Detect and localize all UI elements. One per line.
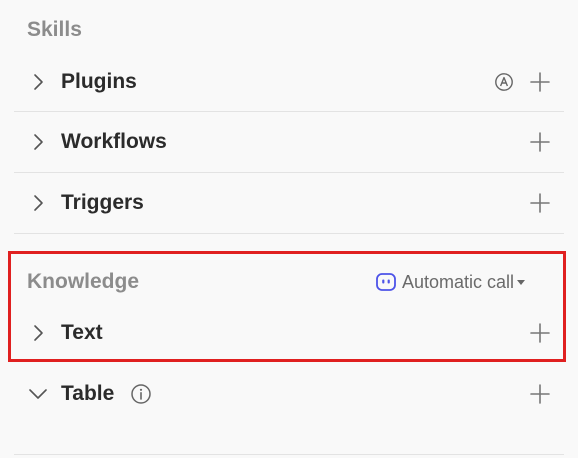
add-text-button[interactable]	[529, 322, 551, 344]
knowledge-item-table[interactable]: Table	[14, 364, 564, 424]
skills-item-label: Triggers	[61, 191, 144, 214]
knowledge-item-text[interactable]: Text	[14, 303, 564, 363]
chevron-right-icon	[34, 325, 43, 341]
divider	[14, 454, 564, 455]
knowledge-item-label: Text	[61, 321, 103, 344]
add-trigger-button[interactable]	[529, 192, 551, 214]
bot-icon	[376, 273, 396, 291]
knowledge-item-label: Table	[61, 382, 115, 405]
skills-item-workflows[interactable]: Workflows	[14, 112, 564, 172]
add-plugin-button[interactable]	[529, 71, 551, 93]
add-workflow-button[interactable]	[529, 131, 551, 153]
add-table-button[interactable]	[529, 383, 551, 405]
skills-item-label: Workflows	[61, 130, 167, 153]
chevron-down-icon	[29, 389, 47, 399]
info-icon[interactable]	[130, 383, 152, 405]
skills-item-plugins[interactable]: Plugins	[14, 52, 564, 112]
skills-item-triggers[interactable]: Triggers	[14, 173, 564, 233]
call-mode-label: Automatic call	[402, 271, 515, 292]
chevron-right-icon	[34, 134, 43, 150]
call-mode-dropdown[interactable]: Automatic call	[375, 270, 526, 294]
skills-section-title: Skills	[27, 18, 82, 41]
agent-config-panel: Skills Plugins Workflows Triggers Knowle…	[0, 0, 578, 458]
skills-item-label: Plugins	[61, 70, 137, 93]
caret-down-icon	[517, 280, 526, 285]
chevron-right-icon	[34, 74, 43, 90]
auto-icon	[495, 73, 513, 91]
chevron-right-icon	[34, 195, 43, 211]
divider	[14, 233, 564, 234]
knowledge-section-title: Knowledge	[27, 270, 140, 293]
